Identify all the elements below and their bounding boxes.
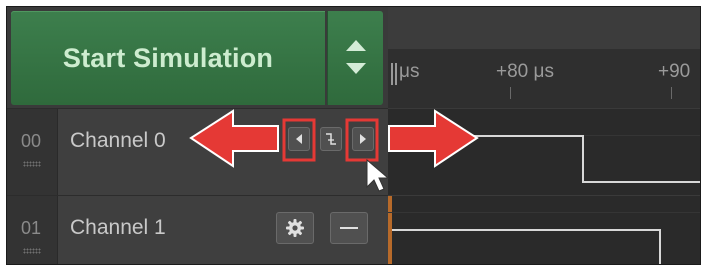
channel-panel: Start Simulation 00 Channel 0 01 Channel… bbox=[7, 7, 388, 264]
channel-number: 01 bbox=[21, 218, 42, 238]
ruler-tick-label: +80 μs bbox=[496, 61, 554, 82]
channel-row-1: 01 Channel 1 bbox=[7, 195, 388, 264]
start-simulation-label: Start Simulation bbox=[62, 42, 274, 73]
waveform-panel: μs +80 μs +90 bbox=[388, 7, 700, 264]
time-ruler[interactable]: μs +80 μs +90 bbox=[388, 49, 700, 109]
previous-edge-button[interactable] bbox=[288, 127, 310, 151]
channel-0-settings-button[interactable] bbox=[248, 127, 270, 151]
channel-1-settings-button[interactable] bbox=[276, 212, 314, 244]
edge-icon bbox=[326, 133, 336, 145]
channel-1-signal bbox=[392, 229, 661, 264]
ruler-tick-label: μs bbox=[399, 61, 420, 82]
drag-handle-icon[interactable] bbox=[23, 248, 41, 254]
up-down-arrows-icon bbox=[346, 40, 366, 74]
channel-row-0: 00 Channel 0 bbox=[7, 108, 388, 195]
channel-number: 00 bbox=[21, 131, 42, 151]
channel-0-signal bbox=[388, 135, 700, 183]
simulation-options-toggle[interactable] bbox=[327, 11, 383, 105]
drag-handle-icon[interactable] bbox=[23, 161, 41, 167]
channel-name: Channel 1 bbox=[70, 216, 166, 239]
next-edge-icon bbox=[360, 134, 366, 144]
trigger-edge-button[interactable] bbox=[320, 127, 342, 151]
logic-analyzer-window: Start Simulation 00 Channel 0 01 Channel… bbox=[6, 6, 701, 265]
start-simulation-button[interactable]: Start Simulation bbox=[11, 11, 325, 105]
ruler-tick-label: +90 bbox=[658, 61, 691, 82]
channel-name: Channel 0 bbox=[70, 129, 166, 152]
gear-icon bbox=[286, 219, 304, 237]
minus-icon bbox=[340, 227, 358, 229]
timeline-header bbox=[388, 7, 700, 50]
ruler-tick bbox=[510, 87, 511, 99]
channel-0-waveform[interactable] bbox=[388, 108, 700, 195]
ruler-cursor bbox=[395, 63, 397, 85]
ruler-tick bbox=[671, 87, 672, 99]
next-edge-button[interactable] bbox=[352, 127, 374, 151]
channel-1-waveform[interactable] bbox=[388, 195, 700, 264]
channel-number-cell[interactable]: 00 bbox=[7, 109, 58, 195]
gear-icon bbox=[252, 132, 266, 146]
channel-1-remove-button[interactable] bbox=[330, 212, 368, 244]
previous-edge-icon bbox=[296, 134, 302, 144]
ruler-cursor bbox=[391, 63, 393, 85]
channel-number-cell[interactable]: 01 bbox=[7, 196, 58, 264]
